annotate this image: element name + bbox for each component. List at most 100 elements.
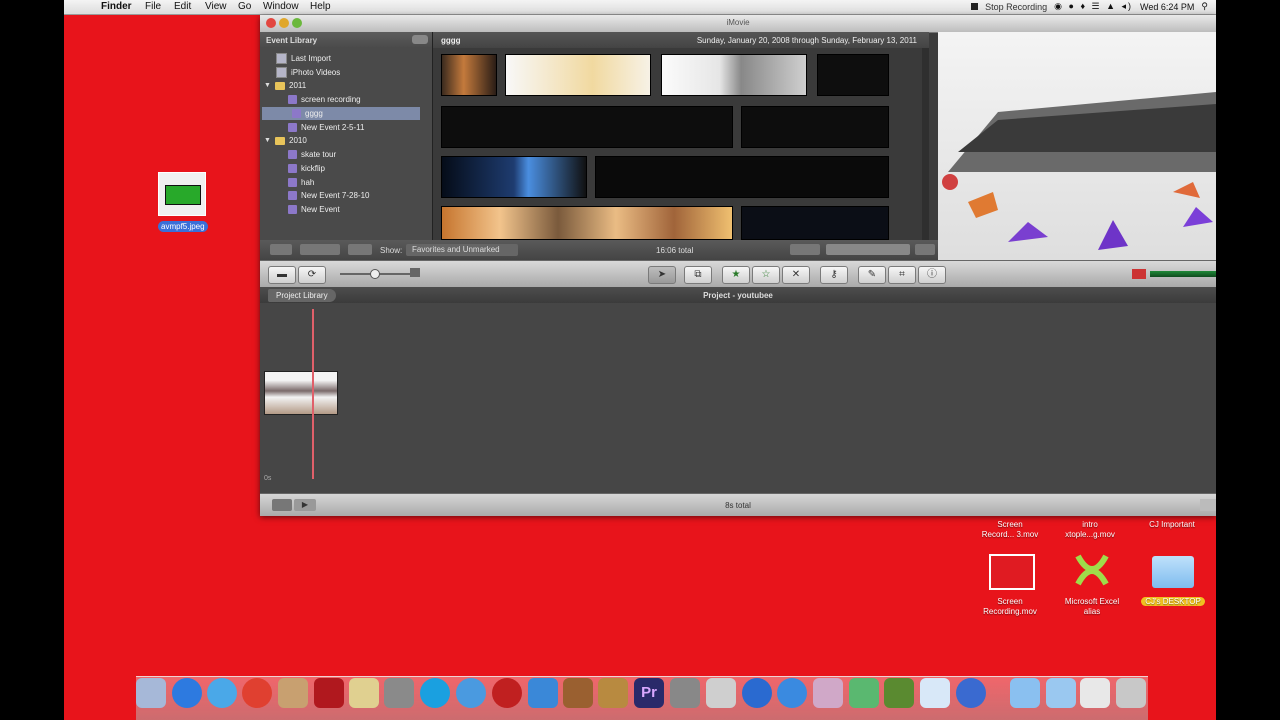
event-clip-thumbnail[interactable] [741, 106, 889, 148]
mark-favorite-button[interactable]: ★ [722, 266, 750, 284]
library-folder-2011[interactable]: ▼ 2011 [264, 79, 424, 92]
clock[interactable]: Wed 6:24 PM [1140, 2, 1194, 12]
zoom-slider[interactable] [826, 244, 910, 255]
event-clip-thumbnail[interactable] [441, 106, 733, 148]
skype-icon[interactable] [420, 678, 450, 708]
add-to-project-button[interactable]: ⧉ [684, 266, 712, 284]
network-globe-icon[interactable] [956, 678, 986, 708]
event-clip-thumbnail[interactable] [441, 206, 733, 240]
video-viewer[interactable] [938, 32, 1216, 260]
search-icon[interactable] [348, 244, 372, 255]
menu-file[interactable]: File [145, 1, 161, 12]
applications-folder-icon[interactable] [1010, 678, 1040, 708]
menu-view[interactable]: View [205, 1, 227, 12]
event-library-toggle-button[interactable] [412, 35, 428, 44]
movie-file-icon[interactable] [989, 554, 1035, 590]
library-event-hah[interactable]: hah [288, 176, 448, 189]
library-event-kickflip[interactable]: kickflip [288, 162, 448, 175]
iphoto-icon[interactable] [278, 678, 308, 708]
library-item-iphoto-videos[interactable]: iPhoto Videos [276, 66, 436, 79]
event-clip-thumbnail[interactable] [505, 54, 651, 96]
spotlight-icon[interactable]: ⚲ [1201, 1, 1208, 12]
disclosure-triangle-icon[interactable]: ▼ [264, 82, 271, 89]
menu-finder[interactable]: Finder [101, 1, 132, 12]
imovie-icon[interactable] [528, 678, 558, 708]
desktop-icon-excel-alias[interactable]: Microsoft Excel alias [1052, 597, 1132, 617]
camera-import-icon[interactable] [410, 268, 420, 277]
library-item-label: iPhoto Videos [291, 68, 341, 77]
event-clip-thumbnail[interactable] [817, 54, 889, 96]
downloads-stack-icon[interactable] [1080, 678, 1110, 708]
garageband-icon[interactable] [563, 678, 593, 708]
zoom-value[interactable] [915, 244, 935, 255]
select-tool-button[interactable]: ➤ [648, 266, 676, 284]
minecraft-icon[interactable] [884, 678, 914, 708]
reject-button[interactable]: ✕ [782, 266, 810, 284]
event-clip-thumbnail[interactable] [441, 54, 497, 96]
show-library-button[interactable] [270, 244, 292, 255]
event-clip-thumbnail[interactable] [661, 54, 807, 96]
show-filter-select[interactable]: Favorites and Unmarked [406, 244, 518, 256]
premiere-icon[interactable]: Pr [634, 678, 664, 708]
menu-go[interactable]: Go [238, 1, 251, 12]
library-event-gggg[interactable]: gggg [262, 107, 420, 120]
preview-icon[interactable] [813, 678, 843, 708]
chrome-icon[interactable] [242, 678, 272, 708]
iphoto-library-icon[interactable] [598, 678, 628, 708]
google-earth-icon[interactable] [742, 678, 772, 708]
clip-size-toggle[interactable] [790, 244, 820, 255]
app-store-icon[interactable] [172, 678, 202, 708]
desktop-icon-screen-recording[interactable]: Screen Recording.mov [970, 597, 1050, 617]
photo-viewer-icon[interactable] [849, 678, 879, 708]
event-browser-scrollbar[interactable] [922, 48, 929, 240]
project-timeline[interactable]: 0s [260, 303, 1216, 493]
status-icons[interactable]: ◉ ● ♦ ☰ ▲ ◂) [1054, 1, 1133, 12]
event-clip-thumbnail[interactable] [741, 206, 889, 240]
itunes-icon[interactable] [456, 678, 486, 708]
excel-alias-icon[interactable] [1072, 552, 1112, 588]
library-folder-2010[interactable]: ▼ 2010 [264, 134, 424, 147]
window-titlebar[interactable]: iMovie [260, 15, 1216, 33]
photo-booth-icon[interactable] [314, 678, 344, 708]
library-event-new-event-2-5-11[interactable]: New Event 2-5-11 [288, 121, 448, 134]
menu-window[interactable]: Window [263, 1, 299, 12]
stop-recording-menu[interactable]: Stop Recording [985, 2, 1047, 12]
imovie-star-icon[interactable] [349, 678, 379, 708]
library-event-new-event[interactable]: New Event [288, 203, 448, 216]
dvd-player-icon[interactable] [777, 678, 807, 708]
system-preferences-icon[interactable] [384, 678, 414, 708]
project-resize-handle[interactable] [1200, 499, 1216, 511]
documents-folder-icon[interactable] [1046, 678, 1076, 708]
send-icon[interactable] [920, 678, 950, 708]
unmark-button[interactable]: ☆ [752, 266, 780, 284]
dropper-tool-button[interactable]: ✎ [858, 266, 886, 284]
crop-tool-button[interactable]: ⌗ [888, 266, 916, 284]
desktop-file-label[interactable]: avmpf5.jpeg [158, 221, 208, 232]
disclosure-triangle-icon[interactable]: ▼ [264, 137, 271, 144]
finder-icon[interactable] [136, 678, 166, 708]
swap-events-projects-button[interactable]: ⟳ [298, 266, 326, 284]
event-clip-thumbnail[interactable] [595, 156, 889, 198]
menu-edit[interactable]: Edit [174, 1, 191, 12]
keyword-tool-button[interactable]: ⚷ [820, 266, 848, 284]
menu-help[interactable]: Help [310, 1, 331, 12]
folder-icon[interactable] [1152, 556, 1194, 588]
printer-icon[interactable] [706, 678, 736, 708]
library-event-new-event-7-28-10[interactable]: New Event 7-28-10 [288, 189, 448, 202]
playhead[interactable] [312, 309, 314, 479]
project-library-toggle-button[interactable]: ▬ [268, 266, 296, 284]
front-row-icon[interactable] [492, 678, 522, 708]
library-event-skate-tour[interactable]: skate tour [288, 148, 448, 161]
library-item-last-import[interactable]: Last Import [276, 52, 436, 65]
safari-icon[interactable] [207, 678, 237, 708]
event-clip-thumbnail[interactable] [441, 156, 587, 198]
play-event-button[interactable] [300, 244, 340, 255]
clapper-icon[interactable] [670, 678, 700, 708]
library-event-screen-recording[interactable]: screen recording [288, 93, 448, 106]
project-clip-thumbnail[interactable] [264, 371, 338, 415]
slider-knob-icon[interactable] [370, 269, 380, 279]
info-icon[interactable]: ⓘ [918, 266, 946, 284]
trash-icon[interactable] [1116, 678, 1146, 708]
desktop-icon-cj-desktop[interactable]: CJ's DESKTOP [1133, 597, 1213, 607]
desktop-file-avmpf5[interactable]: avmpf5.jpeg [158, 172, 208, 234]
